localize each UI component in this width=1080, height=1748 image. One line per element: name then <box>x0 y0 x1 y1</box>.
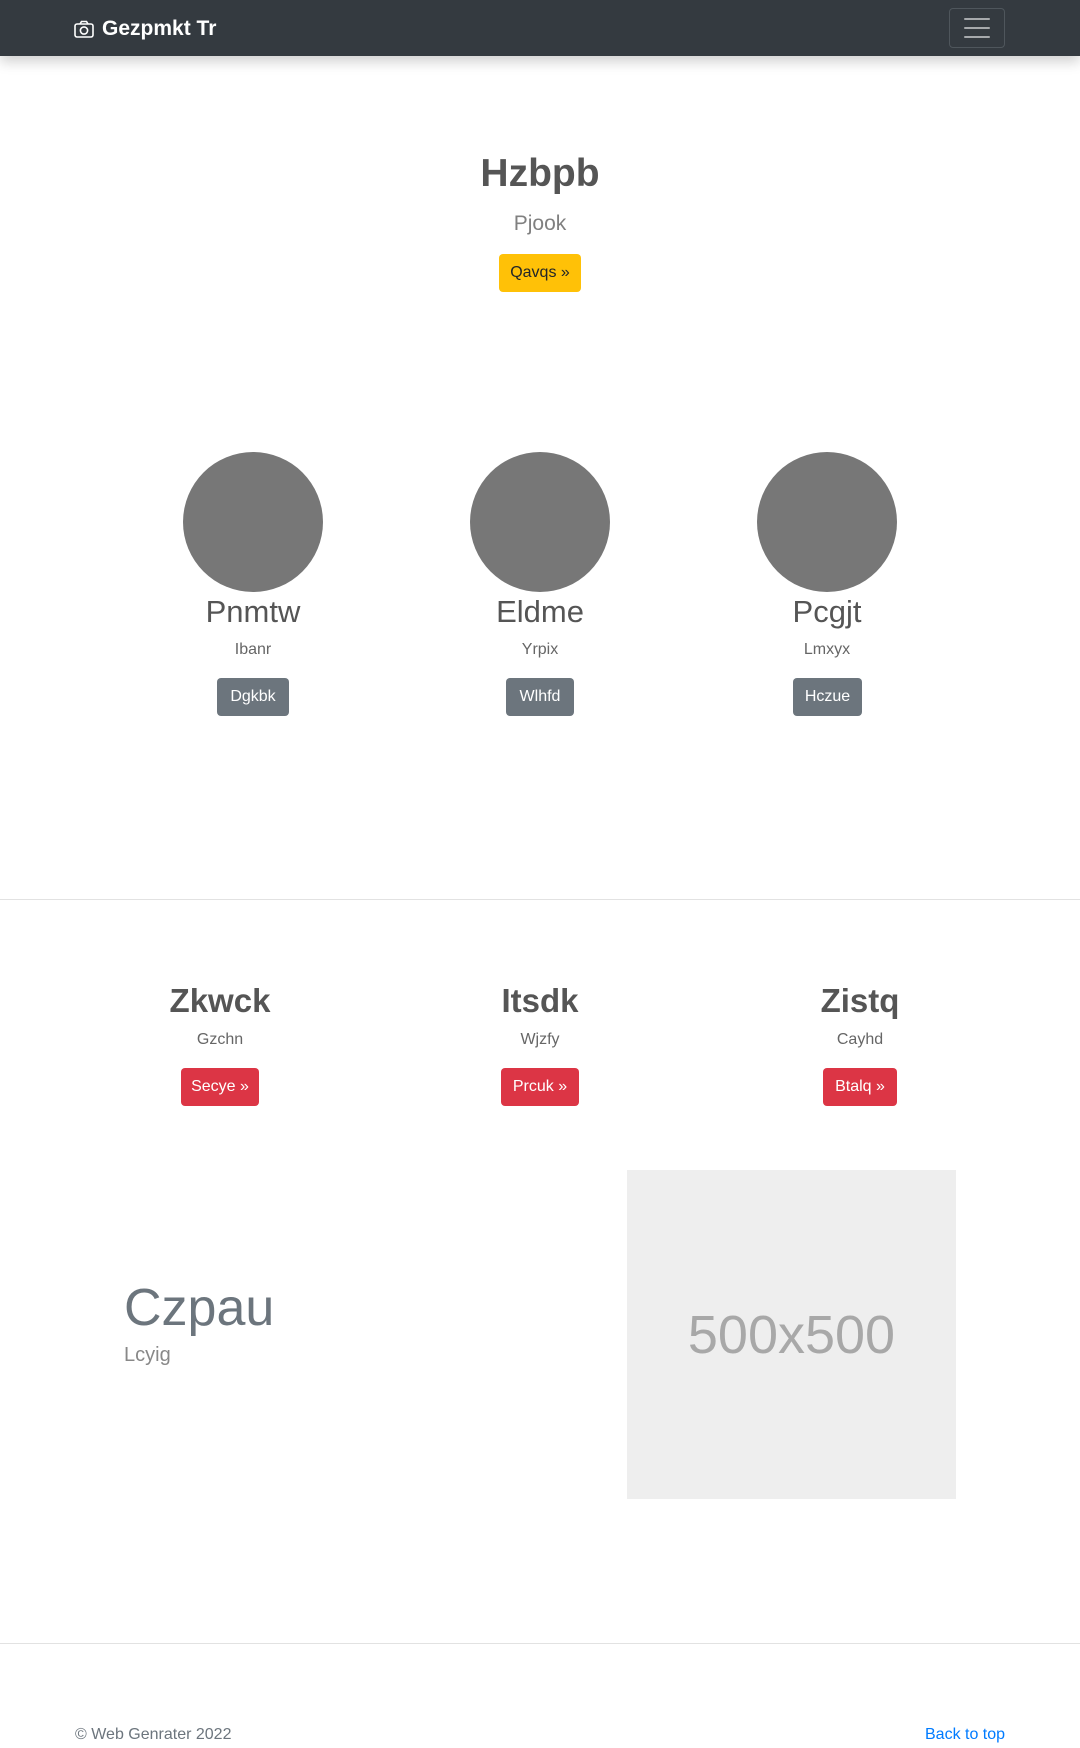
team-member-name: Pnmtw <box>205 594 301 629</box>
navbar-brand[interactable]: Gezpmkt Tr <box>74 16 216 42</box>
hero-title: Hzbpb <box>480 152 600 195</box>
team-member-button[interactable]: Dgkbk <box>217 678 289 716</box>
feature-subtitle: Gzchn <box>196 1031 244 1048</box>
avatar <box>470 452 610 592</box>
team-member-button[interactable]: Hczue <box>793 678 862 716</box>
feature-button[interactable]: Secye » <box>181 1068 259 1106</box>
footer-copyright: © Web Genrater 2022 <box>75 1726 232 1743</box>
team-member-role: Lmxyx <box>803 641 851 658</box>
feature-button[interactable]: Prcuk » <box>501 1068 579 1106</box>
team-member-name: Pcgjt <box>792 594 862 629</box>
team-member-button[interactable]: Wlhfd <box>506 678 574 716</box>
feature-title: Zistq <box>820 982 900 1019</box>
footer-divider <box>0 1643 1080 1644</box>
team-member-role: Ibanr <box>234 641 272 658</box>
feature-button[interactable]: Btalq » <box>823 1068 897 1106</box>
back-to-top-link[interactable]: Back to top <box>925 1726 1005 1744</box>
feature-subtitle: Cayhd <box>836 1031 884 1048</box>
camera-icon <box>74 20 94 38</box>
avatar <box>183 452 323 592</box>
section-divider <box>0 899 1080 900</box>
feature-title: Itsdk <box>501 982 579 1019</box>
hero-subtitle: Pjook <box>513 212 567 235</box>
placeholder-image-label: 500x500 <box>687 1304 896 1365</box>
feature-title: Zkwck <box>169 982 271 1019</box>
navbar: Gezpmkt Tr <box>0 0 1080 56</box>
placeholder-image: 500x500 <box>627 1170 956 1499</box>
hero-button[interactable]: Qavqs » <box>499 254 581 292</box>
featurette-heading: Czpau <box>124 1279 275 1337</box>
featurette-subheading: Lcyig <box>124 1344 171 1366</box>
feature-subtitle: Wjzfy <box>520 1031 560 1048</box>
navbar-toggler-button[interactable] <box>949 8 1005 48</box>
team-member-name: Eldme <box>496 594 584 629</box>
avatar <box>757 452 897 592</box>
hamburger-menu-icon <box>964 18 990 38</box>
team-member-role: Yrpix <box>521 641 559 658</box>
brand-name: Gezpmkt Tr <box>102 17 217 40</box>
